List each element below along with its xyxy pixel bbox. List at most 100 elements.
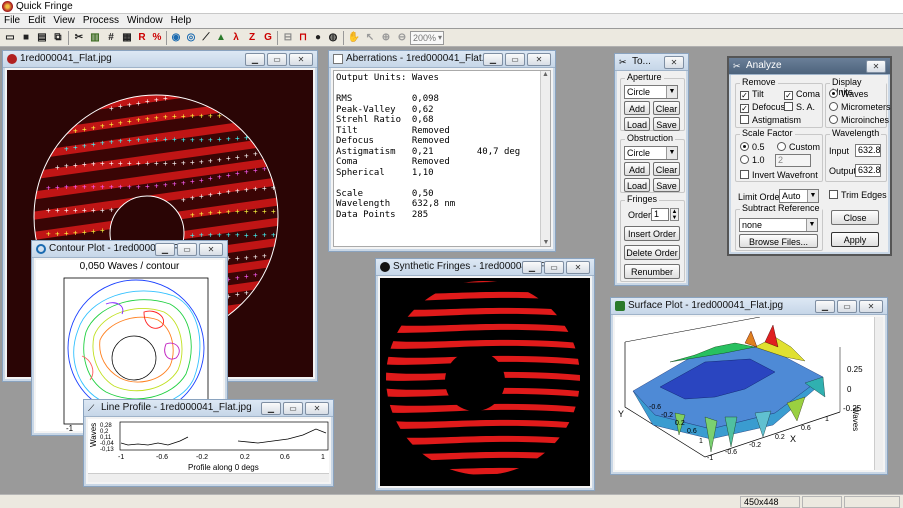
surface-plot-window[interactable]: Surface Plot - 1red000041_Flat.jpg ▁ ▭ ✕ W… [610, 297, 888, 475]
wavelength-output-field[interactable]: 632.8 [855, 164, 881, 177]
trim-icon[interactable]: ⊓ [296, 31, 310, 45]
grid2-icon[interactable]: ▦ [120, 31, 134, 45]
aberrations-window[interactable]: Aberrations - 1red000041_Flat.jpg ▁ ▭ ✕ Ou… [328, 50, 556, 252]
zoom-select[interactable]: 200% [410, 31, 444, 45]
menu-view[interactable]: View [49, 14, 79, 28]
line-profile-window[interactable]: ⟋ Line Profile - 1red000041_Flat.jpg ▁ ▭ ✕… [83, 399, 334, 487]
close-button[interactable]: ✕ [859, 300, 883, 313]
micrometers-radio[interactable]: Micrometers [829, 102, 891, 112]
menu-file[interactable]: File [0, 14, 24, 28]
maximize-button[interactable]: ▭ [267, 53, 287, 66]
aperture-clear-button[interactable]: Clear [653, 101, 680, 115]
close-button[interactable]: ✕ [866, 60, 886, 73]
mask-icon[interactable]: ⊟ [281, 31, 295, 45]
wavelength-input-field[interactable]: 632.8 [855, 144, 881, 157]
scale-custom-radio[interactable]: Custom [777, 142, 820, 152]
line-profile-canvas[interactable]: Waves 0,28 0,2 0,11 -0,04 -0,13 -1 -0.6 … [88, 419, 329, 482]
obstruction-shape-select[interactable]: Circle ▼ [624, 146, 678, 160]
obstruction-save-button[interactable]: Save [653, 178, 680, 192]
pan-icon[interactable]: ✋ [347, 31, 361, 45]
surface-plot-canvas[interactable]: Waves 0.25 0 -0.25 Y X -0.6 -0.2 0.2 0.6… [615, 317, 883, 470]
surface-icon[interactable]: ▲ [214, 31, 228, 45]
minimize-button[interactable]: ▁ [245, 53, 265, 66]
fringes-icon[interactable]: ▥ [88, 31, 102, 45]
minimize-button[interactable]: ▁ [815, 300, 835, 313]
close-button[interactable]: Close [831, 210, 879, 225]
menu-window[interactable]: Window [123, 14, 167, 28]
select-icon[interactable]: ↖ [363, 31, 377, 45]
browse-files-button[interactable]: Browse Files... [739, 234, 818, 248]
aberration-icon[interactable]: ◉ [169, 31, 183, 45]
tilt-checkbox[interactable]: ✓ Tilt [740, 89, 764, 100]
close-button[interactable]: ✕ [305, 402, 329, 415]
order-spinner[interactable]: ▲ ▼ [670, 208, 679, 221]
invert-wavefront-checkbox[interactable]: Invert Wavefront [740, 170, 818, 180]
apply-button[interactable]: Apply [831, 232, 879, 247]
minimize-button[interactable]: ▁ [261, 402, 281, 415]
close-button[interactable]: ✕ [527, 53, 551, 66]
scrollbar[interactable]: ▲ ▼ [540, 71, 550, 246]
lambda-icon[interactable]: λ [229, 31, 243, 45]
limit-order-select[interactable]: Auto ▼ [779, 189, 819, 203]
astigmatism-checkbox[interactable]: Astigmatism [740, 115, 801, 125]
synthetic-fringes-window[interactable]: Synthetic Fringes - 1red000041_Flat... ▁… [375, 258, 595, 491]
synthetic-fringes-canvas[interactable] [380, 278, 590, 486]
open-icon[interactable]: ▭ [3, 31, 17, 45]
scrollbar[interactable] [874, 317, 883, 470]
maximize-button[interactable]: ▭ [837, 300, 857, 313]
insert-order-button[interactable]: Insert Order [624, 226, 680, 241]
zoom-out-icon[interactable]: ⊖ [395, 31, 409, 45]
target-icon[interactable]: ◍ [326, 31, 340, 45]
aperture-save-button[interactable]: Save [653, 117, 680, 131]
minimize-button[interactable]: ▁ [155, 243, 175, 256]
tools-icon[interactable]: ✂ [72, 31, 86, 45]
percent-icon[interactable]: % [150, 31, 164, 45]
analyze-window[interactable]: ✂ Analyze ✕ Remove ✓ Tilt ✓ Coma ✓ Defocus … [727, 56, 892, 256]
scale-05-radio[interactable]: 0.5 [740, 142, 765, 152]
menu-help[interactable]: Help [167, 14, 196, 28]
maximize-button[interactable]: ▭ [505, 53, 525, 66]
waves-radio[interactable]: Waves [829, 89, 868, 99]
zoom-in-icon[interactable]: ⊕ [379, 31, 393, 45]
sphere-icon[interactable]: ● [311, 31, 325, 45]
custom-scale-input[interactable]: 2 [775, 154, 811, 167]
sa-checkbox[interactable]: S. A. [784, 102, 815, 112]
close-button[interactable]: ✕ [289, 53, 313, 66]
order-input[interactable]: 1 [651, 208, 669, 221]
minimize-button[interactable]: ▁ [522, 261, 542, 274]
microinches-radio[interactable]: Microinches [829, 115, 889, 125]
save-icon[interactable]: ■ [19, 31, 33, 45]
minimize-button[interactable]: ▁ [483, 53, 503, 66]
profile-icon[interactable]: ⟋ [199, 31, 213, 45]
defocus-checkbox[interactable]: ✓ Defocus [740, 102, 785, 113]
horizontal-scrollbar[interactable] [88, 473, 329, 482]
g-icon[interactable]: G [261, 31, 275, 45]
menu-process[interactable]: Process [79, 14, 123, 28]
maximize-button[interactable]: ▭ [177, 243, 197, 256]
aperture-shape-select[interactable]: Circle ▼ [624, 85, 678, 99]
coma-checkbox[interactable]: ✓ Coma [784, 89, 820, 100]
delete-order-button[interactable]: Delete Order [624, 245, 680, 260]
renumber-button[interactable]: Renumber [624, 264, 680, 279]
obstruction-add-button[interactable]: Add [624, 162, 650, 176]
subtract-reference-select[interactable]: none ▼ [739, 218, 818, 232]
maximize-button[interactable]: ▭ [283, 402, 303, 415]
close-button[interactable]: ✕ [199, 243, 223, 256]
obstruction-load-button[interactable]: Load [624, 178, 650, 192]
copy-icon[interactable]: ⧉ [51, 31, 65, 45]
contour-icon[interactable]: ◎ [184, 31, 198, 45]
grid-icon[interactable]: # [104, 31, 118, 45]
tools-window[interactable]: ✂ To... ✕ Aperture Circle ▼ Add Clear Loa… [614, 53, 689, 286]
close-button[interactable]: ✕ [664, 56, 684, 69]
scale-10-radio[interactable]: 1.0 [740, 155, 765, 165]
print-icon[interactable]: ▤ [35, 31, 49, 45]
close-button[interactable]: ✕ [566, 261, 590, 274]
r-icon[interactable]: R [135, 31, 149, 45]
trim-edges-checkbox[interactable]: Trim Edges [829, 190, 887, 200]
z-icon[interactable]: Z [245, 31, 259, 45]
aperture-load-button[interactable]: Load [624, 117, 650, 131]
menu-edit[interactable]: Edit [24, 14, 49, 28]
obstruction-clear-button[interactable]: Clear [653, 162, 680, 176]
maximize-button[interactable]: ▭ [544, 261, 564, 274]
aperture-add-button[interactable]: Add [624, 101, 650, 115]
